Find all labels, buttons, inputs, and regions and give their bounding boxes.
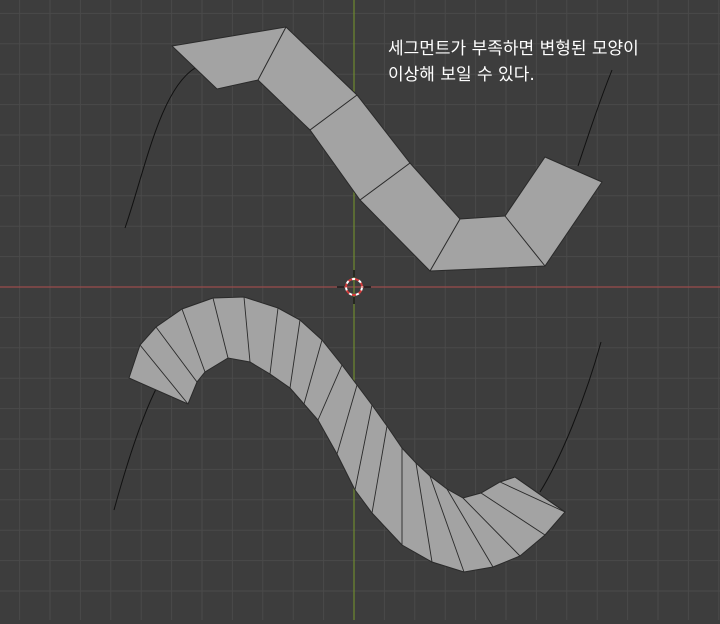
viewport-grid bbox=[0, 0, 720, 620]
caption-line-1: 세그먼트가 부족하면 변형된 모양이 bbox=[388, 39, 639, 59]
annotation-caption: 세그먼트가 부족하면 변형된 모양이 이상해 보일 수 있다. bbox=[388, 36, 718, 88]
3d-viewport[interactable]: 세그먼트가 부족하면 변형된 모양이 이상해 보일 수 있다. bbox=[0, 0, 720, 620]
curve-guide-top-left bbox=[124, 67, 196, 229]
caption-line-2: 이상해 보일 수 있다. bbox=[388, 65, 535, 85]
curve-guide-bottom-left bbox=[113, 384, 159, 511]
viewport-canvas[interactable] bbox=[0, 0, 720, 620]
high-segment-deformed-mesh[interactable] bbox=[113, 296, 602, 573]
mesh-strip-bottom bbox=[128, 296, 566, 573]
